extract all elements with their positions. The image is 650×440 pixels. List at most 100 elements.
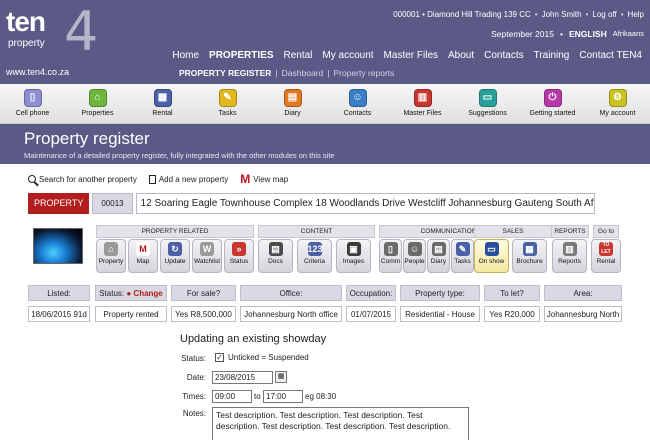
module-people[interactable]: ☺ People [403,239,426,273]
group-goto: Go to [593,225,619,238]
status-change-link[interactable]: ● Change [126,289,162,298]
separator: | [327,68,330,78]
module-label: Watchlist [193,258,221,265]
lang-english[interactable]: ENGLISH [569,29,607,39]
view-map-link[interactable]: M View map [240,172,288,186]
module-label: Status [229,258,249,265]
module-criteria[interactable]: 123 Criteria [297,239,332,273]
map-icon: M [240,172,251,186]
module-watchlist[interactable]: W Watchlist [192,239,222,273]
module-comm[interactable]: ▯ Comm [379,239,402,273]
status-checkbox[interactable]: ✓ [215,353,224,362]
status-row: ✓ Unticked = Suspended [215,353,309,362]
user-link[interactable]: John Smith [542,10,582,19]
module-property[interactable]: ⌂ Property [96,239,126,273]
module-images[interactable]: ▣ Images [336,239,371,273]
nav-rental[interactable]: Rental [284,50,313,61]
module-on-show[interactable]: ▭ On show [474,239,509,273]
nav-training[interactable]: Training [534,50,570,61]
module-label: Docs [268,258,283,265]
subnav-property-register[interactable]: PROPERTY REGISTER [179,68,271,78]
diary-icon: ▤ [431,242,446,256]
module-rental[interactable]: TO LET Rental [591,239,621,273]
subnav-dashboard[interactable]: Dashboard [282,68,324,78]
toolbar-properties[interactable]: ⌂ Properties [65,84,130,123]
module-label: People [404,258,425,265]
notes-textarea[interactable]: Test description. Test description. Test… [212,407,469,440]
form-title: Updating an existing showday [180,333,327,345]
module-brochure[interactable]: ▦ Brochure [512,239,547,273]
subnav-property-reports[interactable]: Property reports [333,68,394,78]
logoff-link[interactable]: Log off [592,10,616,19]
lang-afrikaans[interactable]: Afrikaans [613,29,644,39]
nav-home[interactable]: Home [172,50,199,61]
brochure-icon: ▦ [522,242,537,256]
house-icon: ⌂ [88,89,107,107]
module-update[interactable]: ↻ Update [160,239,190,273]
nav-contact-ten4[interactable]: Contact TEN4 [579,50,642,61]
toolbar-contacts[interactable]: ☺ Contacts [325,84,390,123]
module-reports[interactable]: ▥ Reports [552,239,587,273]
toolbar-label: Suggestions [468,110,507,117]
toolbar-diary[interactable]: ▤ Diary [260,84,325,123]
criteria-icon: 123 [307,242,323,256]
docs-icon: ▤ [268,242,283,256]
map-icon: M [136,242,150,256]
nav-master-files[interactable]: Master Files [384,50,438,61]
status-label: Status: [181,354,206,363]
site-url[interactable]: www.ten4.co.za [6,67,69,77]
toolbar-getting-started[interactable]: ⏻ Getting started [520,84,585,123]
document-icon [148,174,156,184]
help-link[interactable]: Help [628,10,644,19]
logo-property: property [8,38,45,49]
nav-contacts[interactable]: Contacts [484,50,523,61]
toolbar-cell-phone[interactable]: ▯ Cell phone [0,84,65,123]
gear-icon: ⚙ [608,89,627,107]
watchlist-icon: W [200,242,214,256]
property-address: 12 Soaring Eagle Townhouse Complex 18 Wo… [135,193,595,214]
toolbar-label: Master Files [403,110,442,117]
house-icon: ⌂ [104,242,118,256]
module-tasks[interactable]: ✎ Tasks [451,239,474,273]
logo-four: 4 [64,0,99,63]
module-label: On show [478,258,505,265]
pin-icon: ✎ [218,89,237,107]
time-from-input[interactable]: 09:00 [212,390,252,403]
logo[interactable]: ten 4 property [6,0,106,63]
icon-toolbar: ▯ Cell phone ⌂ Properties ▦ Rental ✎ Tasks ▤… [0,84,650,124]
page-subtitle: Maintenance of a detailed property regis… [24,151,335,160]
module-label: Brochure [516,258,543,265]
info-header-to-let: To let? [484,285,540,301]
toolbar-master-files[interactable]: ▥ Master Files [390,84,455,123]
separator: • [534,10,538,19]
module-map[interactable]: M Map [128,239,158,273]
search-property-link[interactable]: Search for another property [28,175,137,184]
module-status[interactable]: » Status [224,239,254,273]
module-label: Reports [558,258,581,265]
info-header-office: Office: [240,285,342,301]
date-input[interactable]: 23/08/2015 [212,371,273,384]
phone-icon: ▯ [23,89,42,107]
calendar-icon[interactable]: ▦ [275,371,287,383]
nav-about[interactable]: About [448,50,474,61]
toolbar-label: Tasks [218,110,237,117]
module-docs[interactable]: ▤ Docs [258,239,293,273]
property-id: 00013 [92,193,133,214]
property-tag: PROPERTY [28,193,90,214]
toolbar-my-account[interactable]: ⚙ My account [585,84,650,123]
status-hint: Unticked = Suspended [228,353,309,362]
property-bar: PROPERTY 00013 12 Soaring Eagle Townhous… [28,193,595,214]
toolbar-tasks[interactable]: ✎ Tasks [195,84,260,123]
top-links: 000001 • Diamond Hill Trading 139 CC • J… [393,10,644,19]
toolbar-rental[interactable]: ▦ Rental [130,84,195,123]
toolbar-label: Properties [81,110,114,117]
property-thumbnail[interactable] [33,228,83,264]
info-header-for-sale: For sale? [171,285,236,301]
time-to-input[interactable]: 17:00 [263,390,303,403]
add-property-link[interactable]: Add a new property [148,174,228,184]
toolbar-suggestions[interactable]: ▭ Suggestions [455,84,520,123]
nav-my-account[interactable]: My account [322,50,373,61]
nav-properties[interactable]: PROPERTIES [209,50,273,61]
module-diary[interactable]: ▤ Diary [427,239,450,273]
notes-label: Notes: [182,409,206,418]
